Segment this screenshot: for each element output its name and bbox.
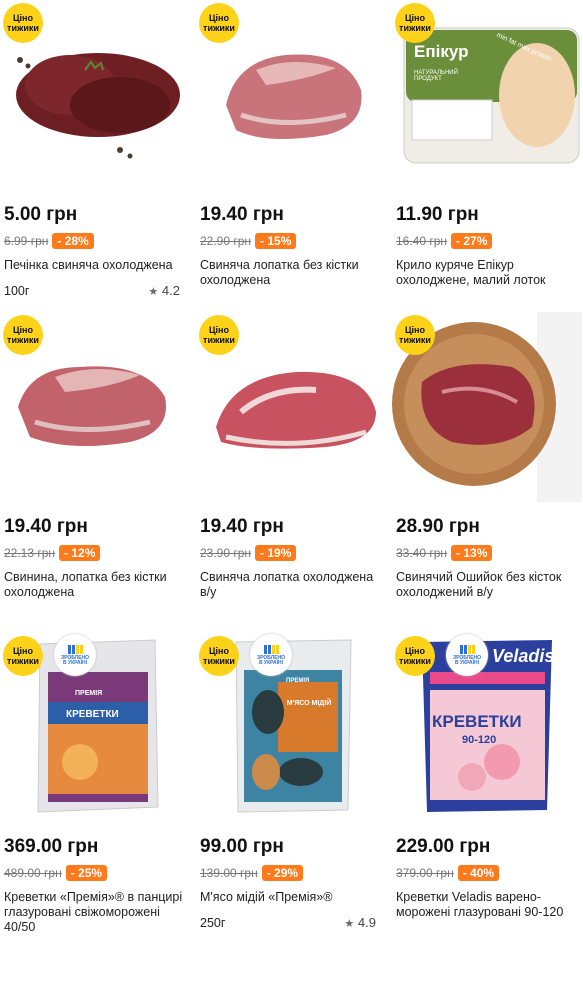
product-title[interactable]: Креветки Veladis варено-морожені глазуро…	[396, 890, 582, 920]
pack-brand: Veladis	[492, 646, 555, 666]
product-title[interactable]: М'ясо мідій «Премія»®	[200, 890, 386, 905]
star-icon: ★	[148, 286, 159, 298]
pack-name: КРЕВЕТКИ	[66, 709, 119, 720]
product-title[interactable]: Свинина, лопатка без кістки охолоджена	[4, 570, 190, 600]
product-title[interactable]: Крило куряче Епікур охолоджене, малий ло…	[396, 258, 582, 288]
product-price: 5.00 грн	[4, 204, 78, 225]
old-price-row: 22.90 грн - 15%	[200, 233, 297, 249]
product-card[interactable]: Епікур НАТУРАЛЬНИЙ ПРОДУКТ min fat max p…	[392, 0, 582, 315]
old-price: 33.40 грн	[396, 546, 448, 560]
old-price-row: 489.00 грн - 25%	[4, 865, 108, 881]
star-icon: ★	[344, 918, 355, 930]
product-card[interactable]: ПРЕМІЯ КРЕВЕТКИ Ціно тижики ЗРОБЛЕНО В УК…	[0, 632, 190, 952]
product-price: 19.40 грн	[200, 516, 284, 537]
product-price: 19.40 грн	[4, 516, 88, 537]
price-badge: Ціно тижики	[395, 3, 435, 43]
price-badge: Ціно тижики	[395, 636, 435, 676]
old-price: 22.13 грн	[4, 546, 56, 560]
product-rating: ★ 4.2	[148, 283, 180, 298]
made-in-ukraine-badge: ЗРОБЛЕНО В УКРАЇНІ	[446, 634, 488, 676]
product-card[interactable]: Ціно тижики 19.40 грн 23.90 грн - 19% Сви…	[196, 312, 386, 627]
product-card[interactable]: Ціно тижики 19.40 грн 22.90 грн - 15% Сви…	[196, 0, 386, 315]
product-card[interactable]: Veladis КРЕВЕТКИ 90-120 Ціно тижики ЗРОБЛ…	[392, 632, 582, 952]
product-price: 369.00 грн	[4, 836, 99, 857]
old-price: 23.90 грн	[200, 546, 252, 560]
product-title[interactable]: Свиняча лопатка без кістки охолоджена	[200, 258, 386, 288]
old-price-row: 379.00 грн - 40%	[396, 865, 500, 881]
product-price: 28.90 грн	[396, 516, 480, 537]
discount-badge: - 25%	[65, 865, 108, 881]
product-card[interactable]: ПРЕМІЯ М'ЯСО МІДІЙ Ціно тижики ЗРОБЛЕНО В…	[196, 632, 386, 952]
pack-name: КРЕВЕТКИ	[432, 712, 522, 731]
old-price-row: 16.40 грн - 27%	[396, 233, 493, 249]
discount-badge: - 28%	[52, 233, 94, 249]
pack-brand: Епікур	[414, 42, 469, 61]
discount-badge: - 27%	[451, 233, 493, 249]
pack-subtitle: НАТУРАЛЬНИЙ ПРОДУКТ	[414, 70, 458, 82]
old-price-row: 139.00 грн - 29%	[200, 865, 304, 881]
old-price: 6.99 грн	[4, 234, 49, 248]
pack-brand: ПРЕМІЯ	[286, 678, 310, 684]
old-price-row: 6.99 грн - 28%	[4, 233, 94, 249]
price-badge: Ціно тижики	[395, 315, 435, 355]
old-price-row: 23.90 грн - 19%	[200, 545, 297, 561]
product-title[interactable]: Свинячий Ошийок без кісток охолоджений в…	[396, 570, 582, 600]
old-price: 16.40 грн	[396, 234, 448, 248]
old-price: 139.00 грн	[200, 866, 258, 880]
made-in-ukraine-badge: ЗРОБЛЕНО В УКРАЇНІ	[250, 634, 292, 676]
made-in-ukraine-badge: ЗРОБЛЕНО В УКРАЇНІ	[54, 634, 96, 676]
price-badge: Ціно тижики	[199, 636, 239, 676]
product-price: 19.40 грн	[200, 204, 284, 225]
product-weight: 250г	[200, 916, 226, 930]
old-price-row: 33.40 грн - 13%	[396, 545, 493, 561]
discount-badge: - 40%	[457, 865, 500, 881]
product-title[interactable]: Креветки «Премія»® в панцирі глазуровані…	[4, 890, 190, 935]
product-card[interactable]: Ціно тижики 28.90 грн 33.40 грн - 13% Сви…	[392, 312, 582, 627]
old-price: 489.00 грн	[4, 866, 62, 880]
product-card[interactable]: Ціно тижики 19.40 грн 22.13 грн - 12% Сви…	[0, 312, 190, 627]
product-price: 11.90 грн	[396, 204, 479, 225]
price-badge: Ціно тижики	[199, 3, 239, 43]
pack-brand: ПРЕМІЯ	[75, 690, 103, 697]
price-badge: Ціно тижики	[3, 3, 43, 43]
discount-badge: - 15%	[255, 233, 297, 249]
pack-size: 90-120	[462, 734, 497, 746]
pack-name: М'ЯСО МІДІЙ	[286, 700, 332, 707]
product-title[interactable]: Печінка свиняча охолоджена	[4, 258, 190, 273]
price-badge: Ціно тижики	[3, 636, 43, 676]
old-price: 22.90 грн	[200, 234, 252, 248]
price-badge: Ціно тижики	[199, 315, 239, 355]
old-price: 379.00 грн	[396, 866, 454, 880]
discount-badge: - 13%	[451, 545, 493, 561]
old-price-row: 22.13 грн - 12%	[4, 545, 101, 561]
product-price: 99.00 грн	[200, 836, 284, 857]
product-price: 229.00 грн	[396, 836, 491, 857]
product-weight: 100г	[4, 284, 30, 298]
discount-badge: - 12%	[59, 545, 101, 561]
price-badge: Ціно тижики	[3, 315, 43, 355]
product-rating: ★ 4.9	[344, 915, 376, 930]
discount-badge: - 19%	[255, 545, 297, 561]
product-card[interactable]: Ціно тижики 5.00 грн 6.99 грн - 28% Печін…	[0, 0, 190, 315]
discount-badge: - 29%	[261, 865, 304, 881]
product-title[interactable]: Свиняча лопатка охолоджена в/у	[200, 570, 386, 600]
